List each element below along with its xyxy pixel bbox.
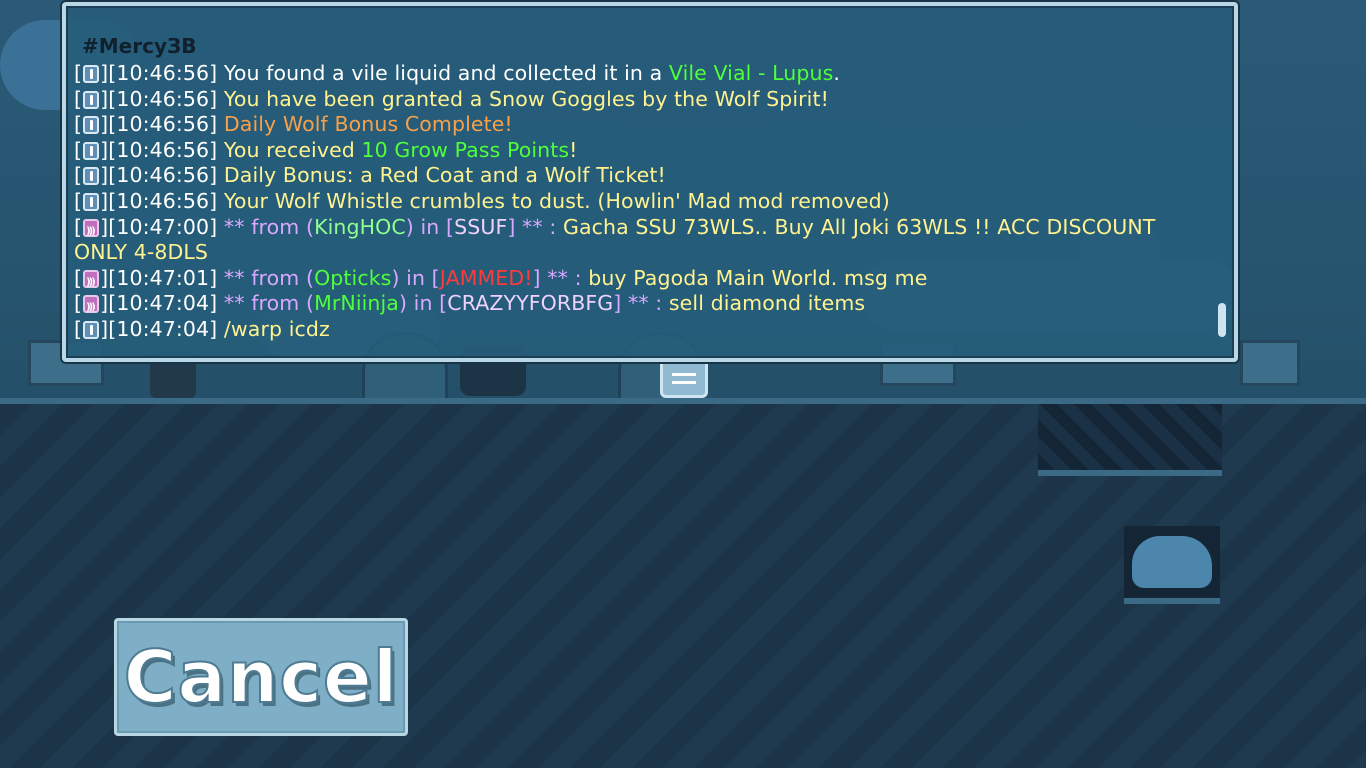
chat-text: Daily Wolf Bonus Complete! bbox=[223, 112, 513, 137]
bracket: ] bbox=[100, 61, 109, 85]
pillow-block bbox=[1124, 526, 1220, 604]
chat-timestamp: [10:46:56] bbox=[108, 163, 218, 188]
bracket: ] bbox=[100, 214, 109, 239]
cancel-button[interactable]: Cancel bbox=[114, 618, 408, 736]
chat-text: MrNiinja bbox=[314, 291, 399, 316]
pillow-icon bbox=[1132, 536, 1212, 588]
chat-line: [][10:47:01] ** from (Opticks) in [JAMME… bbox=[74, 265, 1214, 296]
chat-text: CRAZYYFORBFG bbox=[447, 291, 614, 316]
chat-line: [][10:47:04] ** from (MrNiinja) in [CRAZ… bbox=[74, 291, 1214, 321]
chat-text: You received bbox=[223, 137, 362, 162]
chat-text: ] ** : bbox=[532, 265, 589, 290]
bracket: [ bbox=[74, 86, 83, 111]
chat-toggle-button[interactable] bbox=[660, 364, 708, 398]
chat-line: [][10:46:56] Daily Bonus: a Red Coat and… bbox=[74, 163, 1214, 189]
chat-timestamp: [10:47:04] bbox=[108, 316, 218, 341]
bracket: ] bbox=[100, 188, 109, 213]
bracket: ] bbox=[100, 137, 109, 162]
private-message-icon bbox=[83, 218, 100, 244]
chat-line: [][10:46:56] Your Wolf Whistle crumbles … bbox=[74, 189, 1214, 215]
chat-timestamp: [10:46:56] bbox=[108, 112, 218, 137]
chat-line: [][10:46:56] Daily Wolf Bonus Complete! bbox=[74, 112, 1214, 138]
chat-text: a Red Coat and a Wolf Ticket! bbox=[353, 163, 666, 188]
chat-text: Your Wolf Whistle crumbles to dust. (How… bbox=[223, 188, 890, 213]
chat-text: ] ** : bbox=[613, 291, 669, 316]
bracket: ] bbox=[100, 291, 109, 316]
chat-text: buy Pagoda Main World. msg me bbox=[588, 265, 928, 290]
info-icon bbox=[83, 116, 100, 135]
bracket: [ bbox=[74, 316, 83, 341]
chat-timestamp: [10:47:01] bbox=[108, 265, 218, 290]
bracket: [ bbox=[74, 137, 83, 162]
chat-text: sell diamond items bbox=[668, 291, 866, 316]
chat-line: [][10:47:00] ** from (KingHOC) in [SSUF]… bbox=[74, 215, 1214, 266]
bracket: [ bbox=[74, 112, 83, 137]
chat-line: [][10:47:04] /warp icdz bbox=[74, 317, 1214, 343]
dark-pit-block bbox=[1038, 404, 1222, 476]
bracket: ] bbox=[100, 86, 109, 111]
bracket: [ bbox=[74, 163, 83, 188]
chat-text: ) in [ bbox=[398, 291, 448, 316]
bracket: [ bbox=[74, 291, 83, 316]
chat-timestamp: [10:46:56] bbox=[108, 61, 218, 85]
chat-timestamp: [10:46:56] bbox=[108, 188, 218, 213]
info-icon bbox=[83, 167, 100, 186]
chat-text: You found a vile liquid and collected it… bbox=[223, 61, 669, 85]
bracket: ] bbox=[100, 265, 109, 290]
private-message-icon bbox=[83, 269, 100, 295]
chat-text: ] ** : bbox=[507, 214, 563, 239]
chat-line: [][10:46:56] You found a vile liquid and… bbox=[74, 61, 1214, 87]
sign-block bbox=[1240, 340, 1300, 386]
chat-timestamp: [10:47:04] bbox=[108, 291, 218, 316]
chat-timestamp: [10:46:56] bbox=[108, 86, 218, 111]
chat-scrollbar[interactable] bbox=[1218, 303, 1226, 337]
chat-text: JAMMED! bbox=[439, 265, 533, 290]
menu-lines-icon bbox=[672, 373, 696, 376]
chat-text: ) in [ bbox=[391, 265, 440, 290]
chat-text: SSUF bbox=[454, 214, 508, 239]
chat-text: 10 Grow Pass Points bbox=[361, 137, 570, 162]
bracket: [ bbox=[74, 188, 83, 213]
bracket: [ bbox=[74, 61, 83, 85]
chat-text: ** from ( bbox=[223, 265, 315, 290]
chat-text: Daily Bonus: bbox=[223, 163, 354, 188]
chat-timestamp: [10:46:56] bbox=[108, 137, 218, 162]
bracket: ] bbox=[100, 163, 109, 188]
chat-line: [][10:46:56] You received 10 Grow Pass P… bbox=[74, 138, 1214, 164]
chat-line: [][10:46:56] You have been granted a Sno… bbox=[74, 87, 1214, 113]
menu-lines-icon bbox=[672, 381, 696, 384]
chat-log[interactable]: #MercyЗВ [][10:46:56] You found a vile l… bbox=[74, 38, 1214, 354]
chat-text: ** from ( bbox=[223, 291, 315, 316]
info-icon bbox=[83, 141, 100, 160]
bracket: ] bbox=[100, 112, 109, 137]
info-icon bbox=[83, 192, 100, 211]
chat-text: ) in [ bbox=[405, 214, 455, 239]
chat-text: Vile Vial - Lupus bbox=[668, 61, 834, 85]
chat-text: ! bbox=[569, 137, 578, 162]
bracket: ] bbox=[100, 316, 109, 341]
chat-text: /warp icdz bbox=[223, 316, 330, 341]
chat-text: . bbox=[833, 61, 841, 85]
cancel-button-label: Cancel bbox=[123, 634, 399, 720]
bracket: [ bbox=[74, 265, 83, 290]
info-icon bbox=[83, 90, 100, 109]
bracket: [ bbox=[74, 214, 83, 239]
chat-panel[interactable]: #MercyЗВ [][10:46:56] You found a vile l… bbox=[62, 2, 1238, 362]
chat-partial-line: #MercyЗВ bbox=[82, 38, 197, 58]
chat-text: You have been granted a Snow Goggles by … bbox=[223, 86, 829, 111]
private-message-icon bbox=[83, 295, 100, 321]
chat-text: KingHOC bbox=[314, 214, 406, 239]
chat-text: Opticks bbox=[314, 265, 392, 290]
chat-timestamp: [10:47:00] bbox=[108, 214, 218, 239]
info-icon bbox=[83, 65, 100, 83]
chat-text: ** from ( bbox=[223, 214, 315, 239]
info-icon bbox=[83, 320, 100, 339]
